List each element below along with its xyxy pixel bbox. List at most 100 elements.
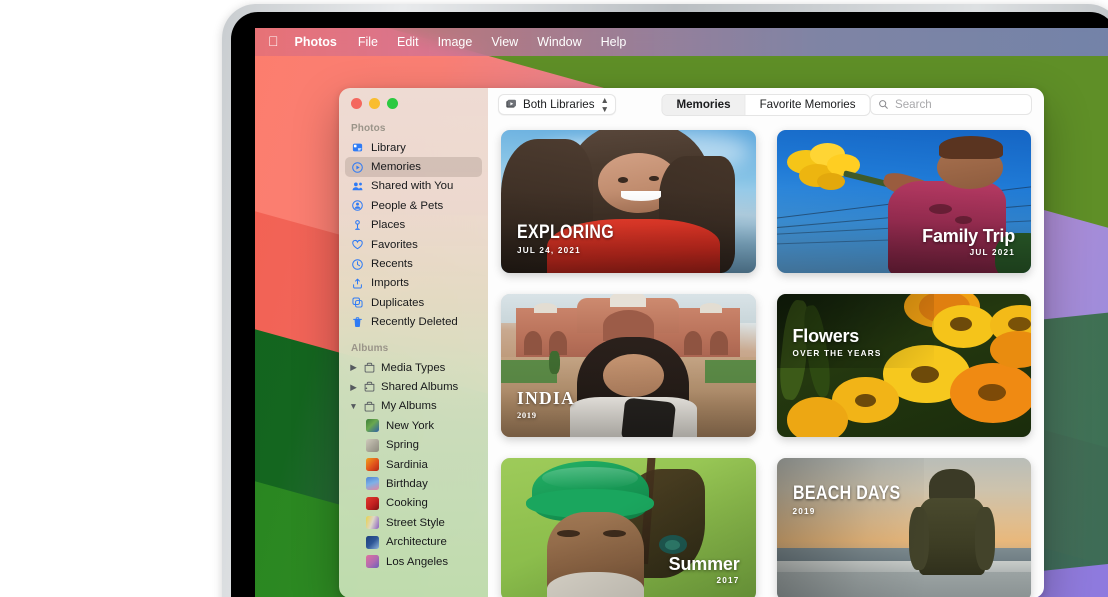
sidebar: Photos Library Memories Shared with You … [339,88,488,597]
shared-with-you-icon [351,180,364,193]
memory-title: EXPLORING [517,223,614,243]
shared-folder-icon [363,380,376,393]
library-picker-label: Both Libraries [523,98,595,111]
sidebar-album-spring[interactable]: Spring [345,435,482,454]
memories-segmented-control[interactable]: Memories Favorite Memories [661,94,870,116]
duplicates-icon [351,296,364,309]
tab-favorite-memories[interactable]: Favorite Memories [745,95,870,115]
memory-subtitle: 2017 [669,577,740,586]
sidebar-item-label: Memories [371,161,421,173]
toolbar: Both Libraries ▲▼ Memories Favorite Memo… [488,88,1044,121]
sidebar-album-label: Los Angeles [386,556,448,568]
heart-icon [351,238,364,251]
sidebar-item-label: Places [371,219,405,231]
sidebar-album-sardinia[interactable]: Sardinia [345,455,482,474]
album-thumbnail [366,477,379,490]
memory-subtitle: 2019 [517,411,575,420]
window-traffic-lights[interactable] [351,98,398,109]
memory-card-family-trip[interactable]: Family Trip JUL 2021 [777,130,1032,273]
photos-app-window: Photos Library Memories Shared with You … [339,88,1044,597]
sidebar-group-label: Shared Albums [381,381,458,393]
sidebar-item-places[interactable]: Places [345,216,482,235]
zoom-button[interactable] [387,98,398,109]
memory-caption: Flowers OVER THE YEARS [793,327,882,359]
memory-caption: BEACH DAYS 2019 [793,484,921,517]
chevron-right-icon[interactable]: ▶ [349,383,358,392]
sidebar-album-label: Birthday [386,478,428,490]
sidebar-item-label: Recents [371,258,413,270]
library-icon [351,141,364,154]
sidebar-album-street-style[interactable]: Street Style [345,513,482,532]
sidebar-album-cooking[interactable]: Cooking [345,494,482,513]
sidebar-item-people-pets[interactable]: People & Pets [345,196,482,215]
tab-memories[interactable]: Memories [662,95,744,115]
sidebar-album-los-angeles[interactable]: Los Angeles [345,552,482,571]
search-field[interactable]: Search [870,94,1032,115]
memory-card-flowers[interactable]: Flowers OVER THE YEARS [777,294,1032,437]
folder-icon [363,361,376,374]
library-picker-button[interactable]: Both Libraries ▲▼ [498,94,616,115]
memories-grid: EXPLORING JUL 24, 2021 [488,121,1044,597]
sidebar-item-imports[interactable]: Imports [345,274,482,293]
menu-item-help[interactable]: Help [601,35,627,49]
chevron-right-icon[interactable]: ▶ [349,363,358,372]
sidebar-item-label: Favorites [371,239,418,251]
album-thumbnail [366,439,379,452]
sidebar-group-shared-albums[interactable]: ▶ Shared Albums [345,377,482,396]
sidebar-album-label: Cooking [386,497,428,509]
menu-item-photos[interactable]: Photos [295,35,337,49]
sidebar-album-architecture[interactable]: Architecture [345,532,482,551]
up-down-chevrons-icon[interactable]: ▲▼ [601,96,609,113]
sidebar-album-new-york[interactable]: New York [345,416,482,435]
sidebar-group-my-albums[interactable]: ▼ My Albums [345,397,482,416]
memory-card-beach-days[interactable]: BEACH DAYS 2019 [777,458,1032,597]
album-thumbnail [366,497,379,510]
album-thumbnail [366,516,379,529]
memory-title: BEACH DAYS [793,484,900,504]
memory-card-summer[interactable]: Summer 2017 [501,458,756,597]
menu-item-view[interactable]: View [491,35,518,49]
menu-item-edit[interactable]: Edit [397,35,419,49]
trash-icon [351,316,364,329]
sidebar-album-label: Spring [386,439,419,451]
sidebar-item-memories[interactable]: Memories [345,157,482,176]
sidebar-item-favorites[interactable]: Favorites [345,235,482,254]
memory-title: Family Trip [922,227,1015,246]
search-placeholder: Search [895,98,932,111]
sidebar-item-recently-deleted[interactable]: Recently Deleted [345,313,482,332]
memory-card-india[interactable]: INDIA 2019 [501,294,756,437]
memory-caption: EXPLORING JUL 24, 2021 [517,223,633,256]
memory-subtitle: JUL 2021 [922,249,1015,258]
album-thumbnail [366,536,379,549]
screenshot-scene:  Photos File Edit Image View Window Hel… [0,0,1108,597]
chevron-down-icon[interactable]: ▼ [349,402,358,411]
sidebar-item-duplicates[interactable]: Duplicates [345,293,482,312]
memory-caption: INDIA 2019 [517,389,575,420]
memory-caption: Summer 2017 [669,555,740,587]
sidebar-item-label: Recently Deleted [371,316,458,328]
import-arrow-icon [351,277,364,290]
memory-title: Summer [669,555,740,574]
apple-logo-icon[interactable]:  [268,34,279,48]
memories-icon [351,161,364,174]
memory-card-exploring[interactable]: EXPLORING JUL 24, 2021 [501,130,756,273]
menu-item-file[interactable]: File [358,35,378,49]
menu-item-window[interactable]: Window [537,35,581,49]
macos-menu-bar[interactable]:  Photos File Edit Image View Window Hel… [255,28,1108,56]
sidebar-group-media-types[interactable]: ▶ Media Types [345,358,482,377]
sidebar-item-library[interactable]: Library [345,138,482,157]
minimize-button[interactable] [369,98,380,109]
library-switch-icon [505,98,518,111]
album-thumbnail [366,458,379,471]
close-button[interactable] [351,98,362,109]
memory-title: Flowers [793,327,882,346]
sidebar-album-birthday[interactable]: Birthday [345,474,482,493]
menu-item-image[interactable]: Image [438,35,473,49]
sidebar-item-label: Duplicates [371,297,424,309]
memory-title: INDIA [517,389,575,407]
album-thumbnail [366,555,379,568]
sidebar-item-shared-with-you[interactable]: Shared with You [345,177,482,196]
sidebar-item-recents[interactable]: Recents [345,254,482,273]
memory-artwork [777,294,1032,437]
laptop-screen:  Photos File Edit Image View Window Hel… [255,28,1108,597]
